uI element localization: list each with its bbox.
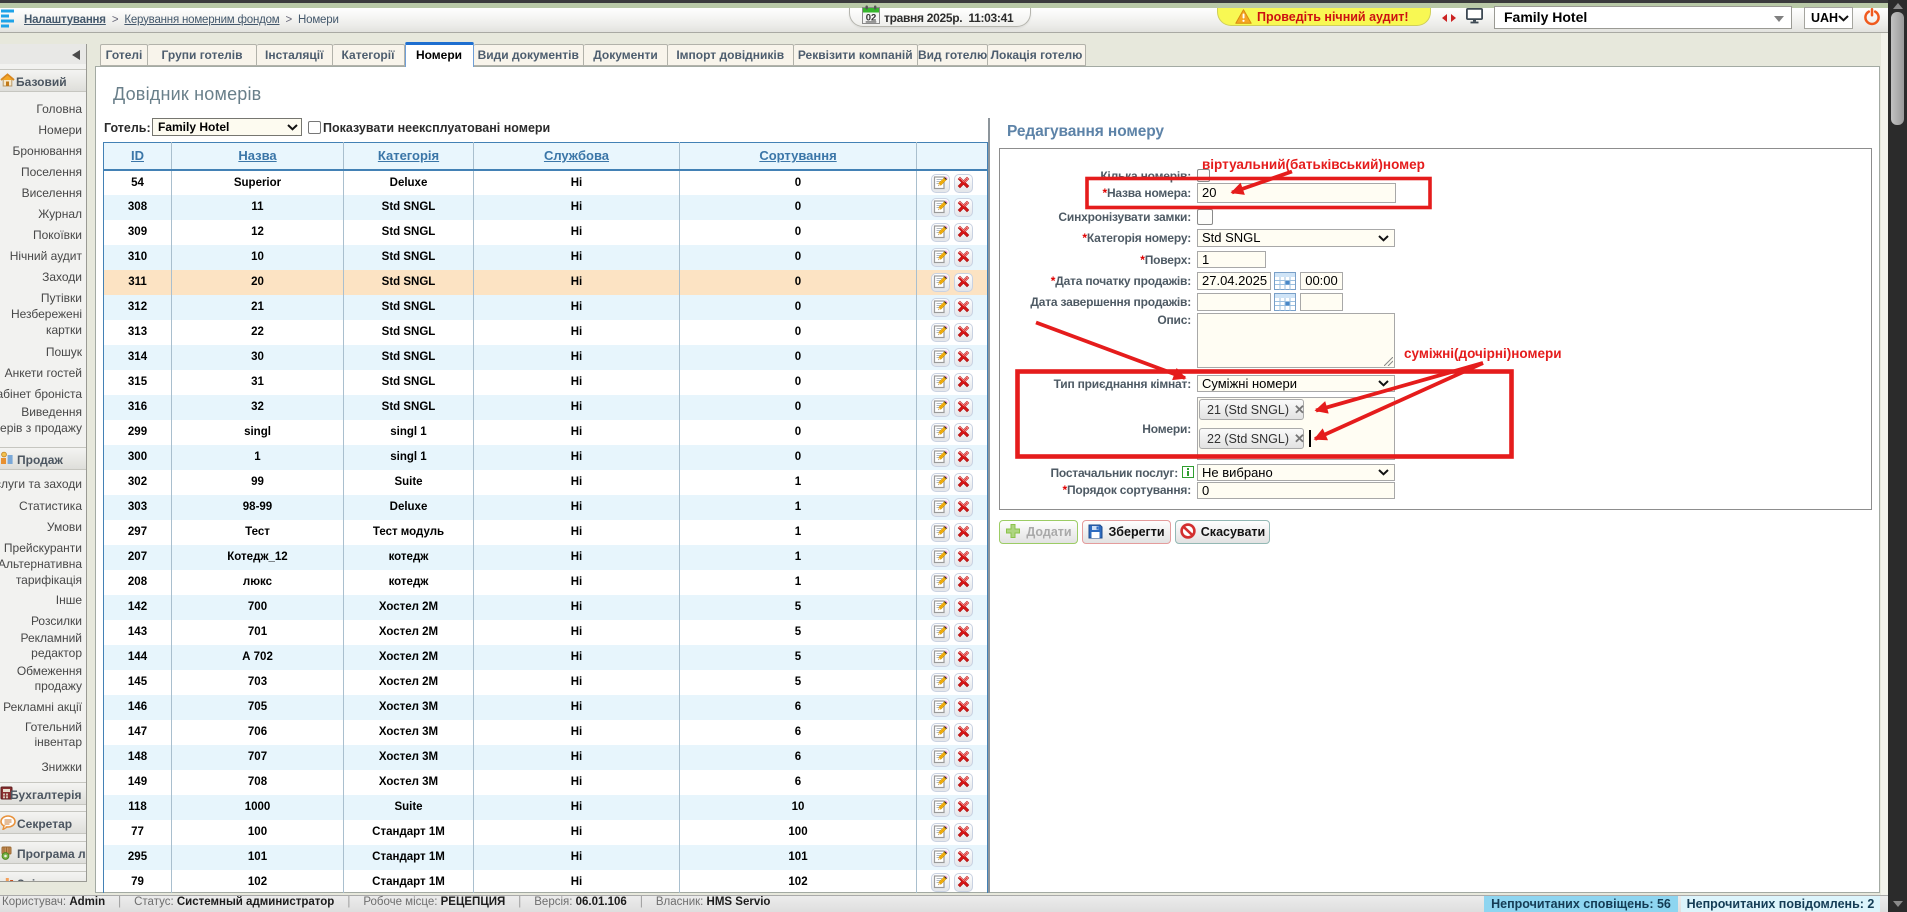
svg-text:02: 02: [866, 13, 877, 24]
